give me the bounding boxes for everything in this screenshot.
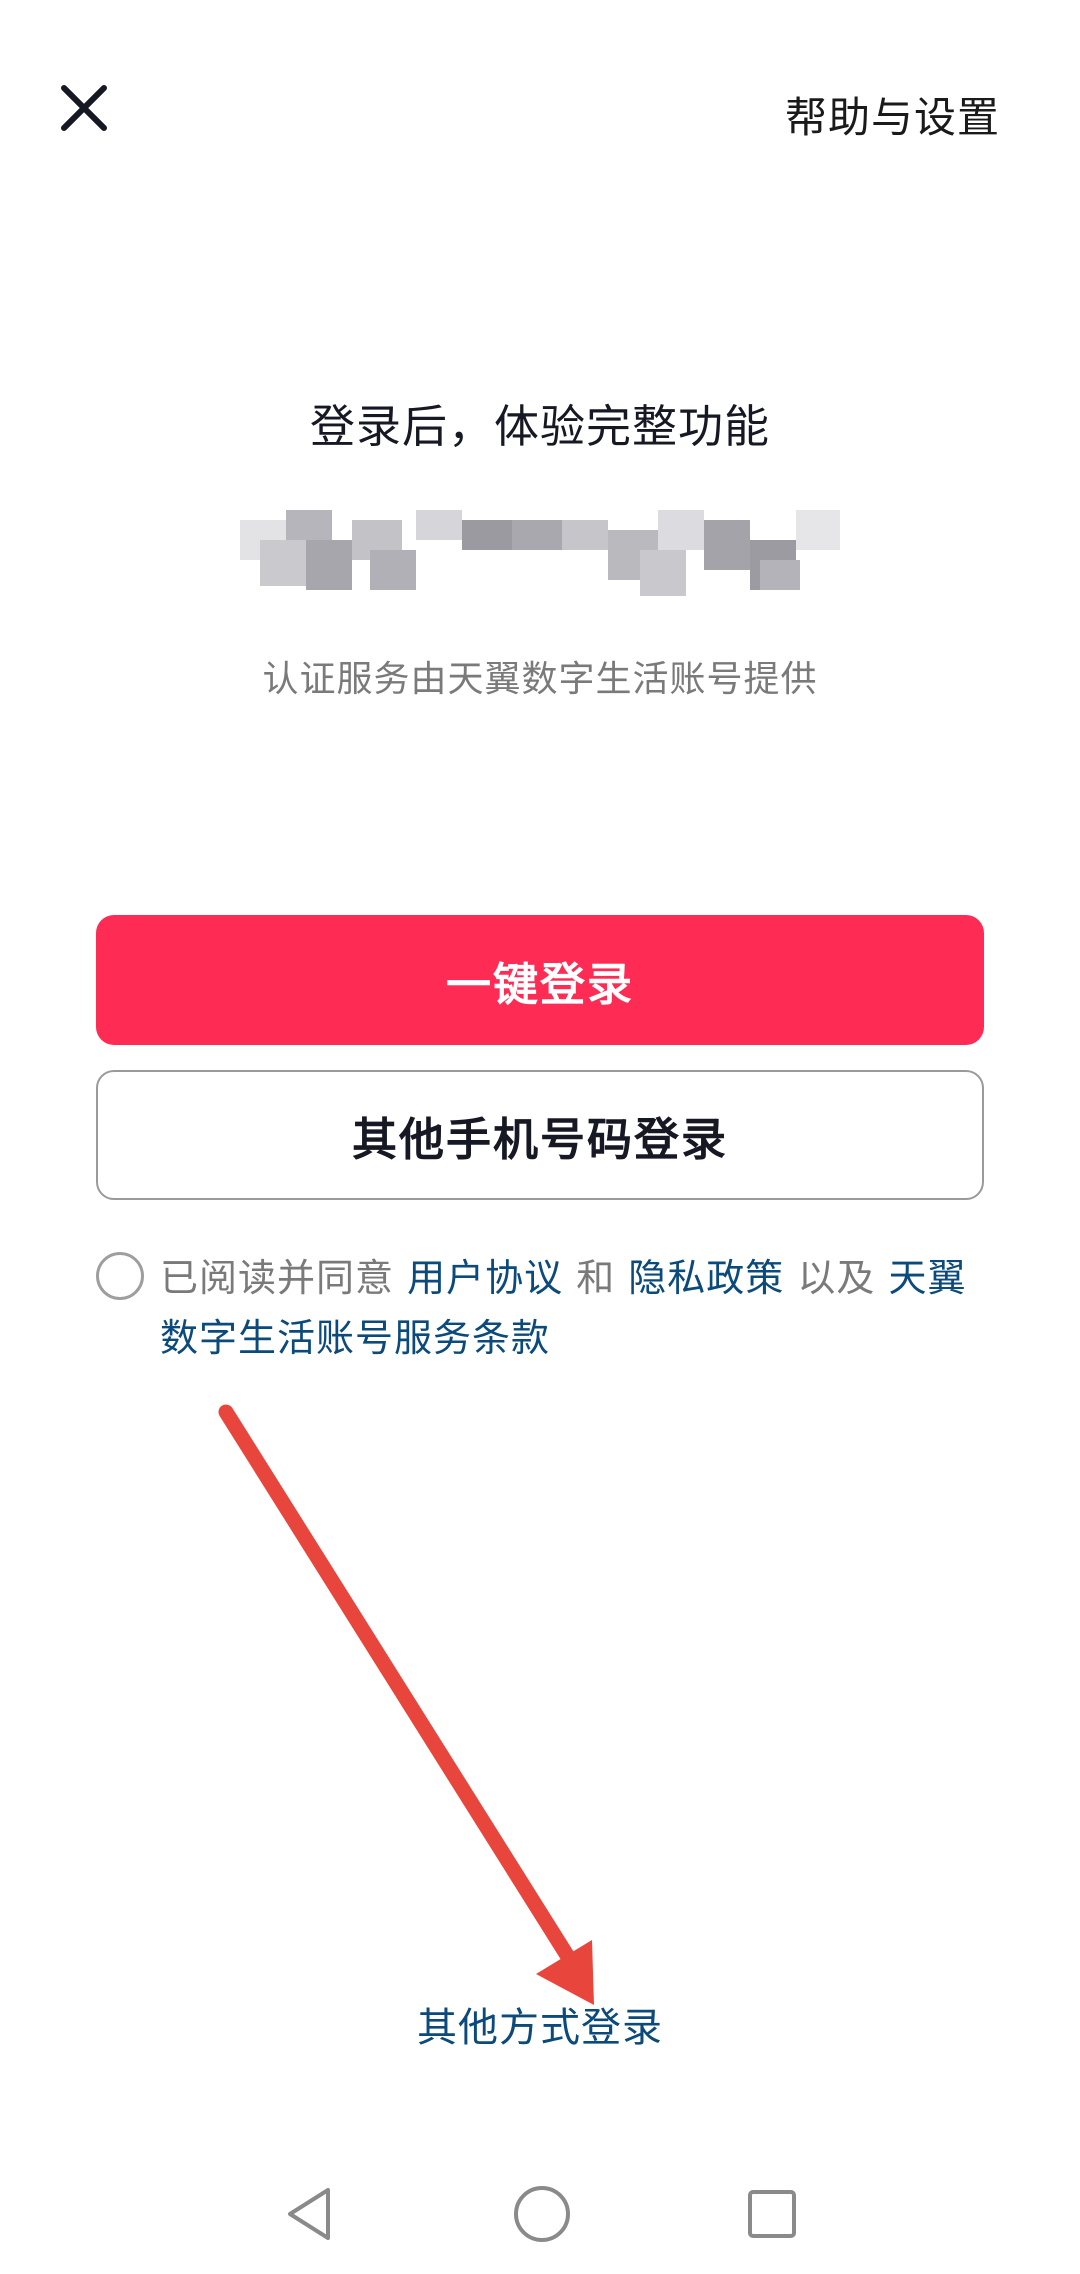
home-circle-icon[interactable] (510, 2182, 574, 2246)
annotation-arrow-icon (218, 1404, 594, 2005)
recent-square-icon[interactable] (744, 2186, 800, 2242)
other-method-login-link[interactable]: 其他方式登录 (0, 1995, 1080, 2053)
back-triangle-icon[interactable] (282, 2184, 342, 2244)
